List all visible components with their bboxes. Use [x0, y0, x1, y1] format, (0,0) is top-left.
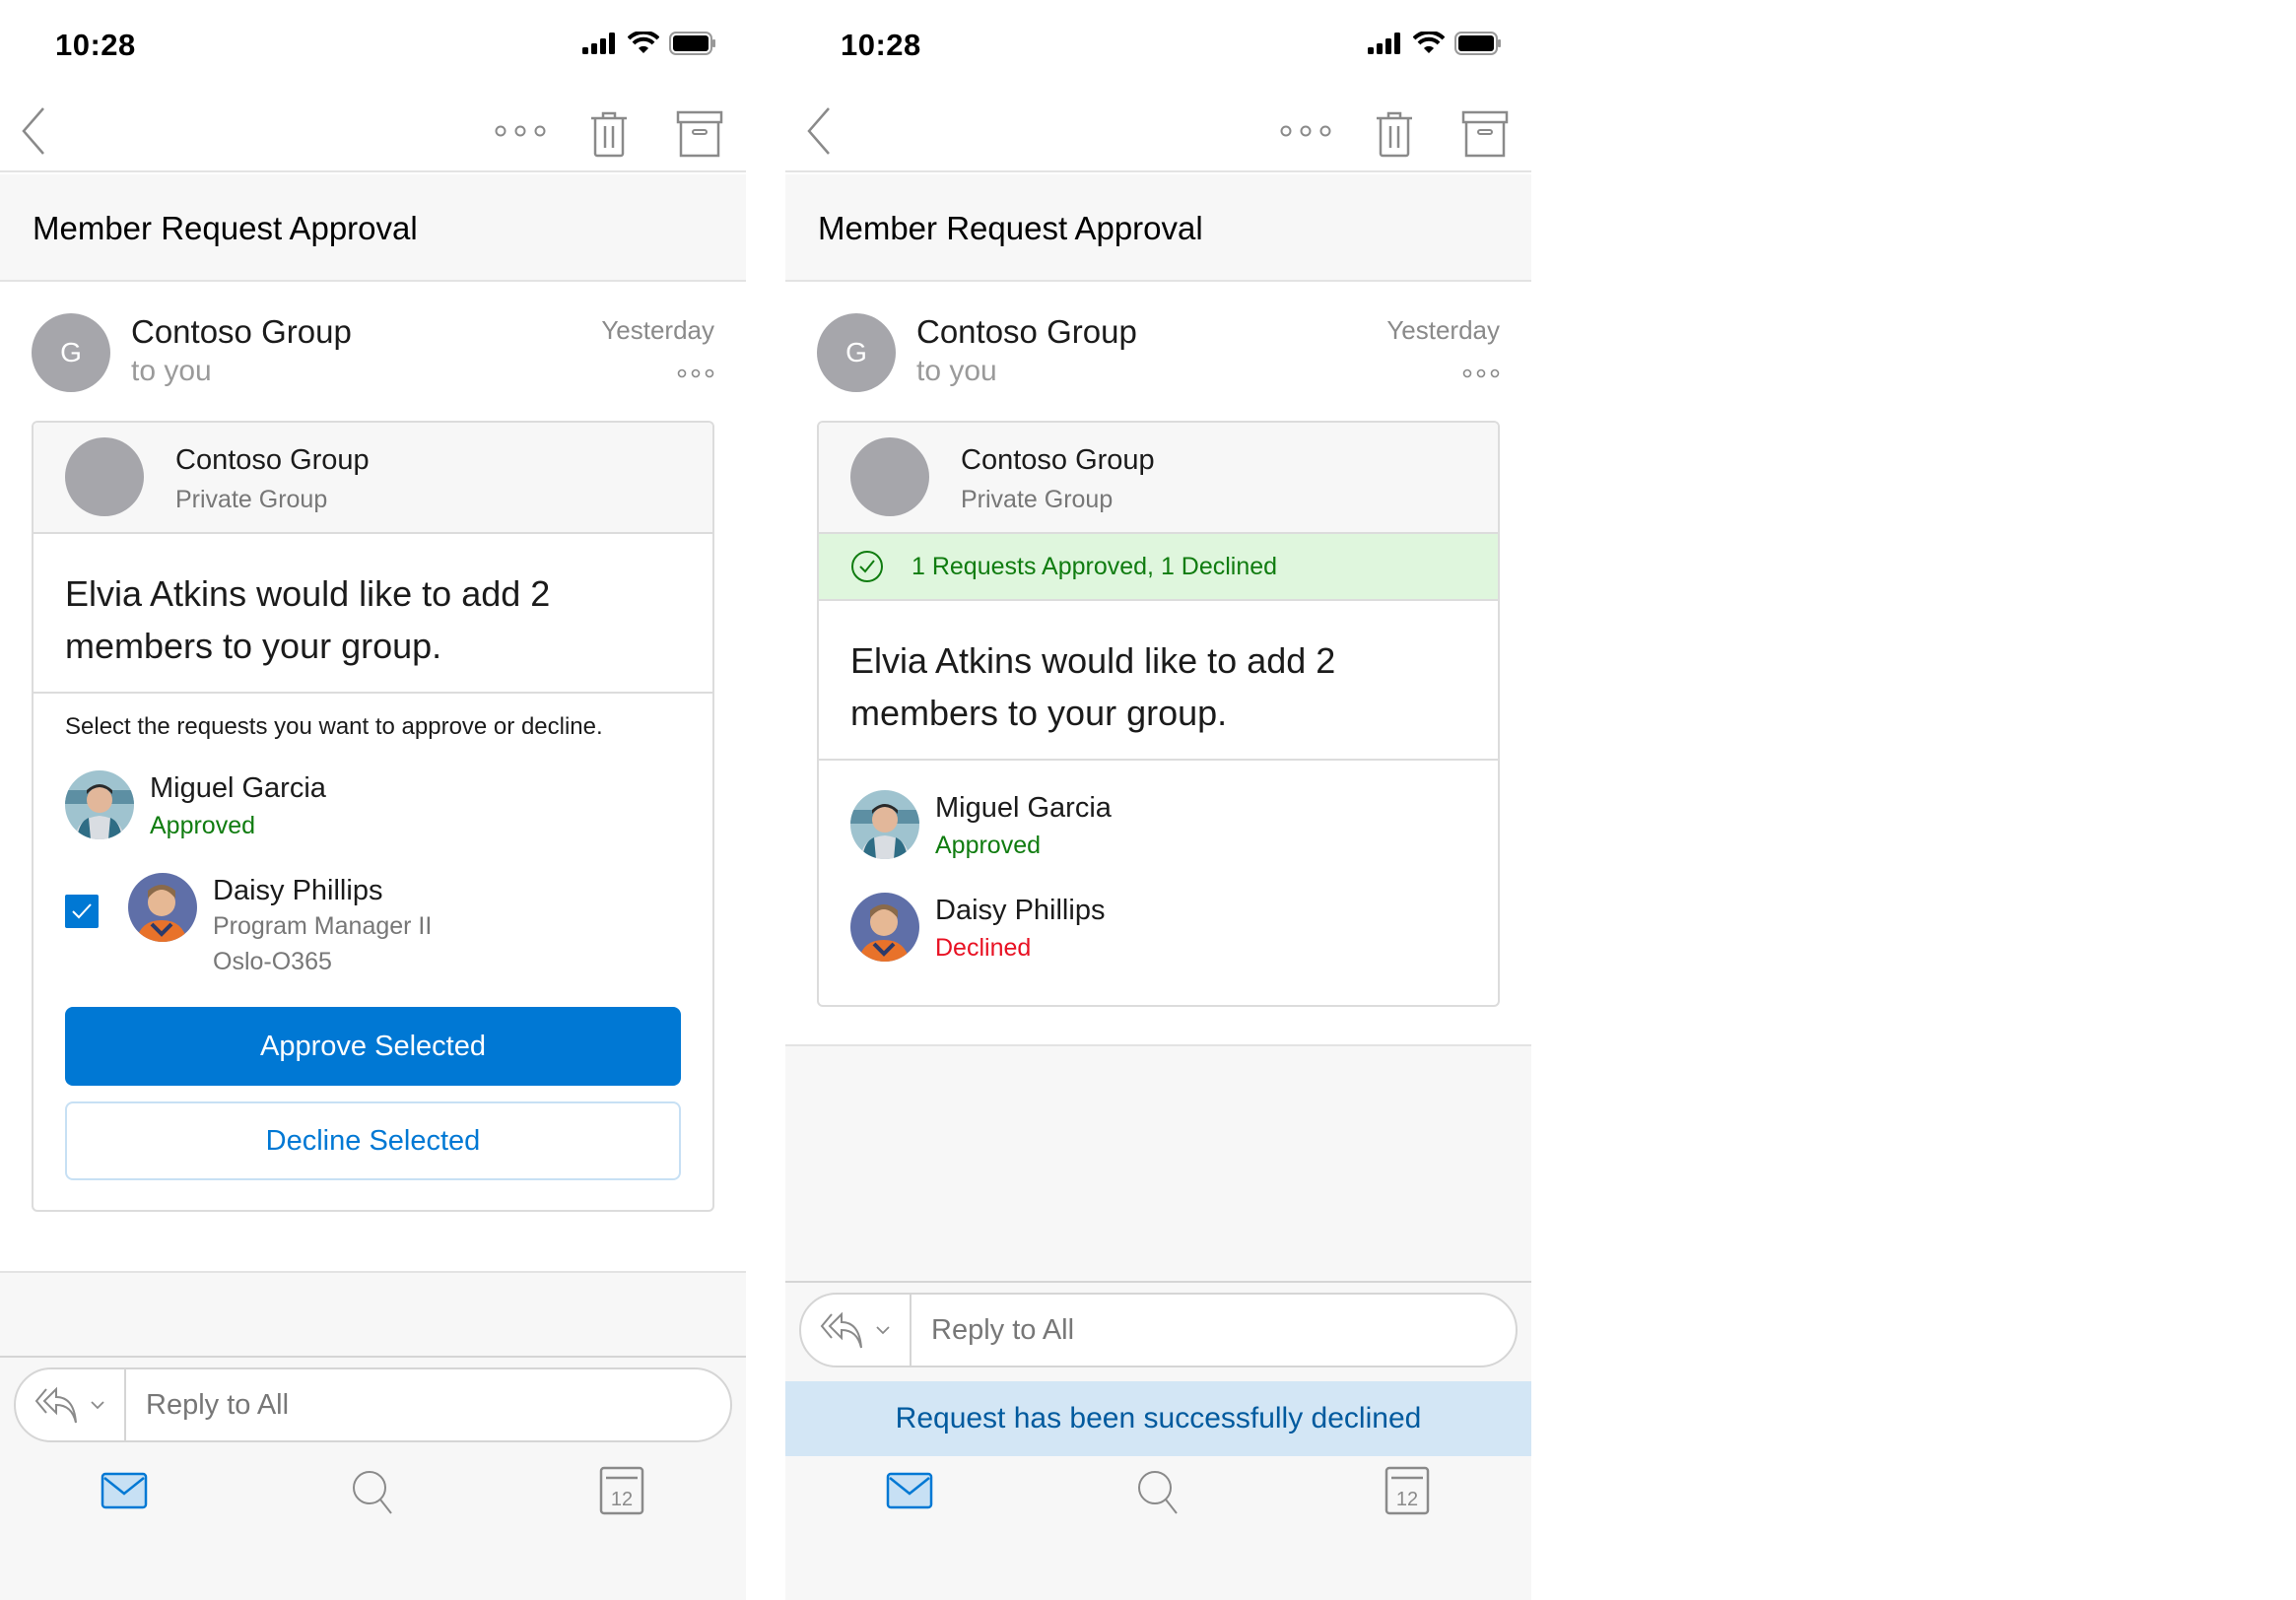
- request-title: Elvia Atkins would like to add 2 members…: [34, 534, 712, 694]
- divider: [785, 1281, 1531, 1283]
- more-options-icon[interactable]: [495, 124, 546, 138]
- tab-search-icon[interactable]: [350, 1468, 395, 1515]
- result-banner-text: 1 Requests Approved, 1 Declined: [912, 552, 1278, 580]
- check-circle-icon: [851, 551, 883, 582]
- cellular-signal-icon: [582, 33, 615, 54]
- subject-bar: Member Request Approval: [785, 174, 1531, 282]
- member-department: Oslo-O365: [213, 948, 332, 975]
- group-type: Private Group: [961, 486, 1114, 513]
- trash-icon[interactable]: [589, 110, 629, 158]
- member-row: Miguel Garcia Approved: [65, 770, 681, 845]
- approve-selected-button[interactable]: Approve Selected: [65, 1007, 681, 1086]
- sender-avatar[interactable]: G: [817, 313, 896, 392]
- member-avatar: [128, 873, 197, 942]
- quick-reply-bar: [799, 1293, 1518, 1367]
- status-bar: 10:28: [785, 0, 1531, 89]
- toast-notification: Request has been successfully declined: [785, 1381, 1531, 1456]
- message-more-icon[interactable]: [677, 368, 714, 378]
- group-avatar: [850, 437, 929, 516]
- instruction-text: Select the requests you want to approve …: [65, 713, 603, 740]
- more-options-icon[interactable]: [1280, 124, 1331, 138]
- phone-screen-processed: 10:28 Member Request Approval G Contoso …: [785, 0, 1531, 1600]
- member-job-title: Program Manager II: [213, 912, 433, 940]
- battery-icon: [1454, 32, 1501, 55]
- wifi-icon: [628, 32, 659, 53]
- member-row[interactable]: Daisy Phillips Program Manager II Oslo-O…: [65, 873, 681, 979]
- subject-bar: Member Request Approval: [0, 174, 746, 282]
- member-status-approved: Approved: [150, 812, 256, 839]
- tab-calendar-icon[interactable]: 12: [599, 1466, 644, 1515]
- back-chevron-icon[interactable]: [805, 106, 835, 156]
- member-name: Miguel Garcia: [935, 792, 1112, 824]
- member-status-approved: Approved: [935, 832, 1042, 859]
- member-name: Miguel Garcia: [150, 772, 326, 804]
- sender-name[interactable]: Contoso Group: [916, 313, 1137, 351]
- email-subject: Member Request Approval: [33, 210, 418, 246]
- tab-mail-icon[interactable]: [886, 1472, 933, 1509]
- wifi-icon: [1413, 32, 1445, 53]
- reply-all-dropdown[interactable]: [801, 1295, 912, 1366]
- group-header: Contoso Group Private Group: [34, 423, 712, 534]
- request-title: Elvia Atkins would like to add 2 members…: [819, 601, 1498, 761]
- approval-card: Contoso Group Private Group 1 Requests A…: [817, 421, 1500, 1007]
- member-status-declined: Declined: [935, 934, 1032, 962]
- member-name: Daisy Phillips: [213, 875, 383, 906]
- email-date: Yesterday: [1386, 315, 1500, 345]
- result-banner: 1 Requests Approved, 1 Declined: [819, 534, 1498, 601]
- member-checkbox-checked[interactable]: [65, 895, 99, 928]
- checkmark-icon: [72, 903, 92, 919]
- status-time: 10:28: [55, 28, 136, 62]
- tab-mail-icon[interactable]: [101, 1472, 148, 1509]
- archive-icon[interactable]: [1461, 110, 1509, 158]
- reply-all-icon: [34, 1386, 77, 1424]
- recipient-label: to you: [131, 355, 212, 387]
- toolbar: [785, 89, 1531, 172]
- group-type: Private Group: [175, 486, 328, 513]
- chevron-down-icon: [91, 1401, 104, 1410]
- calendar-day: 12: [611, 1489, 633, 1510]
- chevron-down-icon: [876, 1326, 890, 1335]
- approval-card: Contoso Group Private Group Elvia Atkins…: [32, 421, 714, 1212]
- sender-avatar[interactable]: G: [32, 313, 110, 392]
- tab-bar: 12: [0, 1466, 746, 1537]
- trash-icon[interactable]: [1375, 110, 1414, 158]
- group-name: Contoso Group: [961, 444, 1155, 476]
- reply-input[interactable]: [126, 1369, 730, 1440]
- recipient-label: to you: [916, 355, 997, 387]
- toolbar: [0, 89, 746, 172]
- sender-header: G Contoso Group to you Yesterday: [785, 284, 1531, 420]
- message-more-icon[interactable]: [1462, 368, 1500, 378]
- email-date: Yesterday: [601, 315, 714, 345]
- phone-screen-pending: 10:28 Member Request Approval G Contoso …: [0, 0, 746, 1600]
- member-row: Miguel Garcia Approved: [850, 790, 1466, 865]
- reply-all-dropdown[interactable]: [16, 1369, 126, 1440]
- member-row: Daisy Phillips Declined: [850, 893, 1466, 967]
- quick-reply-bar: [14, 1367, 732, 1442]
- decline-selected-button[interactable]: Decline Selected: [65, 1101, 681, 1180]
- back-chevron-icon[interactable]: [20, 106, 49, 156]
- cellular-signal-icon: [1368, 33, 1400, 54]
- reply-all-icon: [820, 1311, 862, 1349]
- status-time: 10:28: [841, 28, 921, 62]
- member-avatar: [850, 790, 919, 859]
- sender-header: G Contoso Group to you Yesterday: [0, 284, 746, 420]
- tab-bar: 12: [785, 1466, 1531, 1537]
- group-name: Contoso Group: [175, 444, 370, 476]
- status-bar: 10:28: [0, 0, 746, 89]
- calendar-day: 12: [1396, 1489, 1418, 1510]
- archive-icon[interactable]: [676, 110, 723, 158]
- email-subject: Member Request Approval: [818, 210, 1203, 246]
- group-header: Contoso Group Private Group: [819, 423, 1498, 534]
- divider: [0, 1356, 746, 1358]
- member-avatar: [65, 770, 134, 839]
- group-avatar: [65, 437, 144, 516]
- sender-name[interactable]: Contoso Group: [131, 313, 352, 351]
- member-name: Daisy Phillips: [935, 895, 1106, 926]
- tab-calendar-icon[interactable]: 12: [1384, 1466, 1430, 1515]
- battery-icon: [669, 32, 715, 55]
- tab-search-icon[interactable]: [1135, 1468, 1181, 1515]
- reply-input[interactable]: [912, 1295, 1516, 1366]
- member-avatar: [850, 893, 919, 962]
